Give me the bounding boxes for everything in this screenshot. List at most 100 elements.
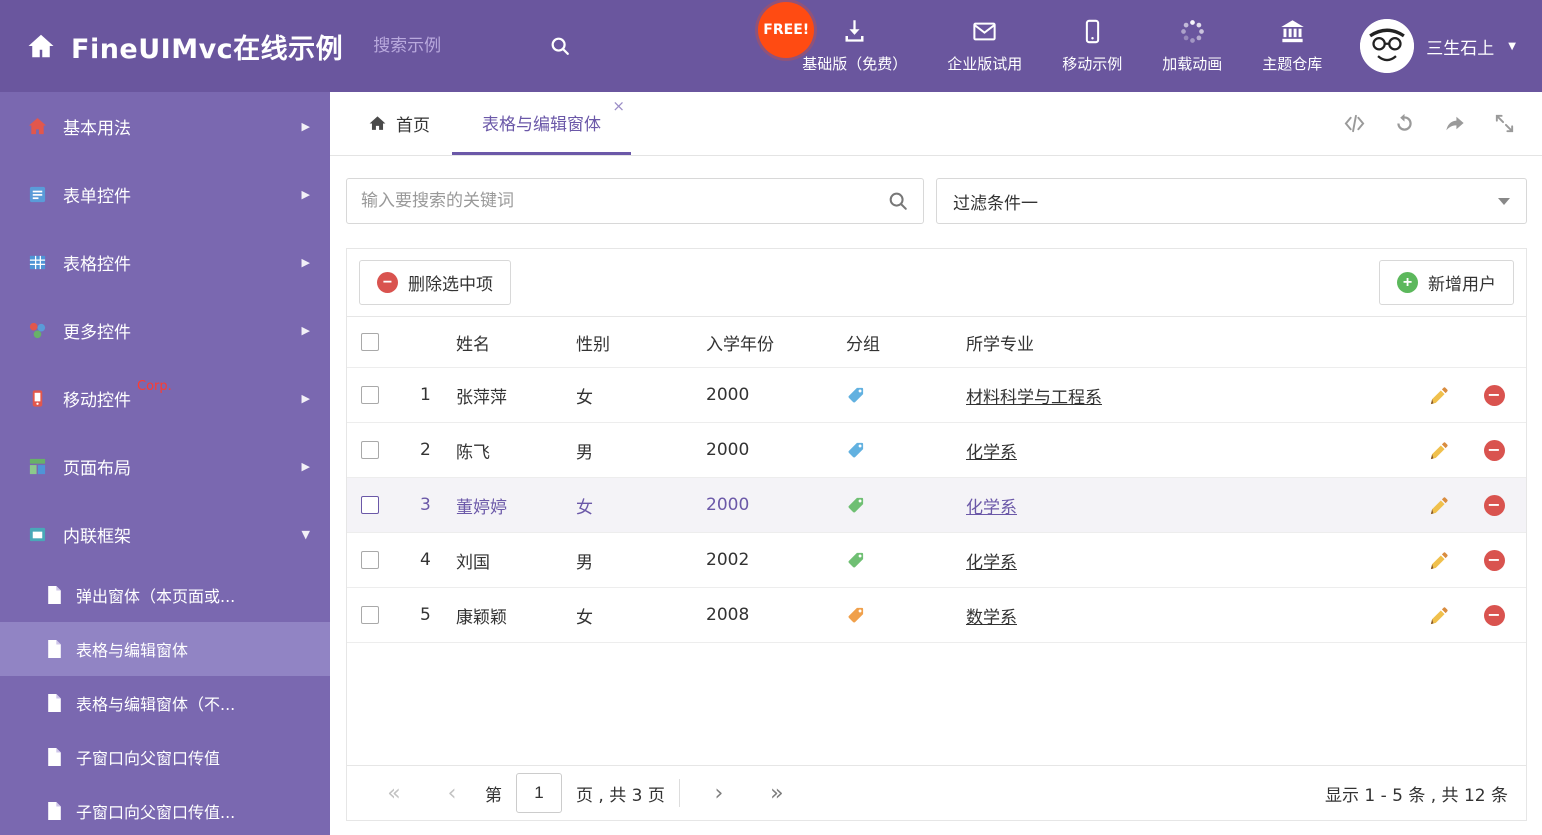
button-label: 新增用户: [1428, 275, 1496, 294]
layout-icon: [28, 457, 47, 476]
sidebar-subitem-grid-edit-window[interactable]: 表格与编辑窗体: [0, 622, 330, 676]
major-link[interactable]: 化学系: [966, 443, 1017, 463]
nav-label: 企业版试用: [947, 55, 1023, 73]
row-checkbox[interactable]: [360, 386, 379, 404]
header-name: 姓名: [456, 334, 490, 355]
content-area: 首页 表格与编辑窗体 × 输入要搜索的关键词 过滤条件一 − 删除选中项 + 新…: [330, 92, 1542, 835]
refresh-icon[interactable]: [1393, 112, 1416, 135]
delete-selected-button[interactable]: − 删除选中项: [359, 260, 511, 305]
row-index: 3: [420, 495, 431, 515]
major-link[interactable]: 数学系: [966, 608, 1017, 628]
edit-icon[interactable]: [1429, 440, 1450, 461]
sidebar-item-label: 更多控件: [63, 322, 131, 343]
row-checkbox[interactable]: [360, 441, 379, 459]
add-user-button[interactable]: + 新增用户: [1379, 260, 1514, 305]
sidebar-subitem-child-to-parent[interactable]: 子窗口向父窗口传值: [0, 730, 330, 784]
sidebar-item-mobile-controls[interactable]: 移动控件 Corp. ▶: [0, 364, 330, 432]
sidebar-subitem-label: 子窗口向父窗口传值: [76, 749, 221, 768]
page-number-input[interactable]: [516, 773, 562, 813]
sidebar-subitem-label: 表格与编辑窗体（不...: [76, 695, 236, 714]
tab-grid-edit-window[interactable]: 表格与编辑窗体 ×: [452, 92, 631, 155]
cell-name: 刘国: [456, 552, 490, 573]
sidebar-item-label: 表单控件: [63, 186, 131, 207]
tab-home[interactable]: 首页: [346, 92, 452, 155]
plus-circle-icon: +: [1397, 272, 1418, 293]
row-index: 4: [420, 550, 431, 570]
row-checkbox[interactable]: [360, 606, 379, 624]
sidebar-item-page-layout[interactable]: 页面布局 ▶: [0, 432, 330, 500]
sidebar-subitem-grid-edit-window-2[interactable]: 表格与编辑窗体（不...: [0, 676, 330, 730]
select-all-checkbox[interactable]: [360, 333, 379, 351]
mobile-icon: [28, 389, 47, 408]
next-page-button[interactable]: ›: [690, 781, 748, 806]
first-page-button[interactable]: «: [365, 781, 423, 806]
row-checkbox[interactable]: [360, 551, 379, 569]
major-link[interactable]: 化学系: [966, 498, 1017, 518]
header-major: 所学专业: [966, 334, 1034, 355]
cell-name: 董婷婷: [456, 497, 507, 518]
chevron-down-icon: ▼: [301, 527, 310, 541]
filter-condition-dropdown[interactable]: 过滤条件一: [936, 178, 1527, 224]
tag-icon: [844, 606, 964, 625]
header-search-input[interactable]: [373, 36, 524, 56]
sidebar-item-basic-usage[interactable]: 基本用法 ▶: [0, 92, 330, 160]
page-label-after: 页 , 共 3 页: [576, 785, 665, 806]
table-row: 4 刘国 男 2002 化学系 −: [347, 533, 1526, 588]
sidebar-subitem-popup-window[interactable]: 弹出窗体（本页面或...: [0, 568, 330, 622]
edit-icon[interactable]: [1429, 605, 1450, 626]
sidebar-item-label: 页面布局: [63, 458, 131, 479]
sidebar-item-grid-controls[interactable]: 表格控件 ▶: [0, 228, 330, 296]
sidebar-item-more-controls[interactable]: 更多控件 ▶: [0, 296, 330, 364]
code-icon[interactable]: [1343, 112, 1366, 135]
nav-item-basic-edition[interactable]: FREE! 基础版（免费）: [758, 0, 927, 92]
major-link[interactable]: 化学系: [966, 553, 1017, 573]
edit-icon[interactable]: [1429, 385, 1450, 406]
cell-gender: 男: [576, 442, 593, 463]
nav-item-loading-animation[interactable]: 加载动画: [1142, 0, 1242, 92]
bank-icon: [1279, 18, 1306, 45]
last-page-button[interactable]: »: [748, 781, 806, 806]
sidebar-item-form-controls[interactable]: 表单控件 ▶: [0, 160, 330, 228]
top-header: FineUIMvc在线示例 FREE! 基础版（免费） 企业版试用: [0, 0, 1542, 92]
sidebar-subitem-child-to-parent-2[interactable]: 子窗口向父窗口传值...: [0, 784, 330, 835]
nav-item-theme-repo[interactable]: 主题仓库: [1242, 0, 1342, 92]
delete-icon[interactable]: −: [1483, 549, 1505, 571]
prev-page-button[interactable]: ‹: [423, 781, 481, 806]
envelope-icon: [971, 18, 998, 45]
cell-gender: 男: [576, 552, 593, 573]
keyword-searchbox: [346, 178, 924, 224]
brand[interactable]: FineUIMvc在线示例: [0, 27, 343, 66]
delete-icon[interactable]: −: [1483, 384, 1505, 406]
mobile-icon: [1079, 18, 1106, 45]
pager-divider: [678, 779, 680, 807]
row-index: 2: [420, 440, 431, 460]
chevron-right-icon: ▶: [301, 459, 310, 473]
header-gender: 性别: [576, 334, 610, 355]
delete-icon[interactable]: −: [1483, 604, 1505, 626]
expand-icon[interactable]: [1493, 112, 1516, 135]
tab-label: 首页: [396, 116, 430, 136]
cell-year: 2000: [706, 495, 750, 515]
search-icon[interactable]: [549, 35, 571, 57]
corp-badge: Corp.: [137, 379, 172, 394]
pagination-bar: « ‹ 第 页 , 共 3 页 › » 显示 1 - 5 条 , 共 12 条: [347, 765, 1526, 820]
row-checkbox[interactable]: [360, 496, 379, 514]
keyword-input[interactable]: [347, 191, 887, 211]
nav-item-mobile-demo[interactable]: 移动示例: [1042, 0, 1142, 92]
cell-name: 张萍萍: [456, 387, 507, 408]
forward-arrow-icon[interactable]: [1443, 112, 1466, 135]
sidebar-item-inline-frame[interactable]: 内联框架 ▼: [0, 500, 330, 568]
sidebar-item-label: 内联框架: [63, 526, 131, 547]
delete-icon[interactable]: −: [1483, 439, 1505, 461]
nav-item-enterprise-trial[interactable]: 企业版试用: [927, 0, 1042, 92]
search-icon[interactable]: [887, 190, 909, 212]
close-icon[interactable]: ×: [612, 99, 625, 114]
edit-icon[interactable]: [1429, 495, 1450, 516]
user-menu[interactable]: 三生石上 ▼: [1342, 19, 1542, 73]
frame-icon: [28, 525, 47, 544]
edit-icon[interactable]: [1429, 550, 1450, 571]
major-link[interactable]: 材料科学与工程系: [966, 388, 1102, 408]
nav-label: 基础版（免费）: [802, 55, 908, 73]
delete-icon[interactable]: −: [1483, 494, 1505, 516]
row-index: 1: [420, 385, 431, 405]
